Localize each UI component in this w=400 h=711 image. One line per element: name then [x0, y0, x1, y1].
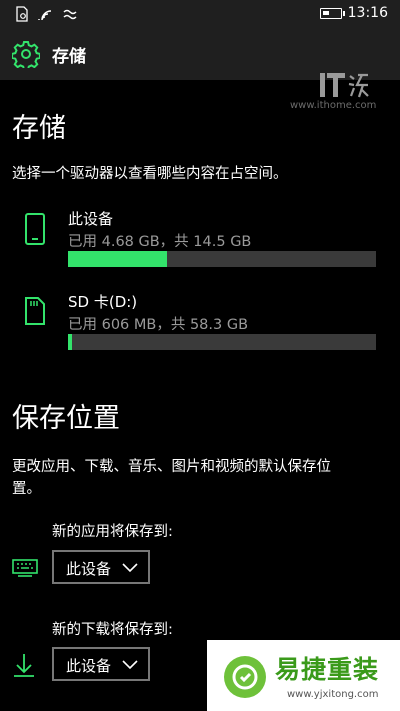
- sd-card-icon: [25, 297, 45, 325]
- yjxitong-logo-url: www.yjxitong.com: [287, 689, 379, 700]
- keyboard-icon: [12, 559, 38, 577]
- watermark-url: www.ithome.com: [290, 100, 377, 111]
- downloads-save-location-value: 此设备: [66, 657, 112, 675]
- storage-item-name: SD 卡(D:): [68, 293, 138, 311]
- storage-item-name: 此设备: [68, 210, 114, 228]
- apps-save-location-dropdown[interactable]: 此设备: [52, 550, 150, 584]
- download-icon: [14, 654, 34, 677]
- storage-usage-bar-fill: [68, 334, 72, 350]
- signal-wave-icon: [63, 9, 77, 20]
- save-locations-description-line1: 更改应用、下载、音乐、图片和视频的默认保存位: [12, 459, 331, 475]
- chevron-down-icon: [122, 660, 138, 670]
- yjxitong-logo-text: 易捷重装: [275, 655, 380, 684]
- storage-usage-bar: [68, 334, 376, 350]
- save-locations-heading: 保存位置: [12, 403, 120, 434]
- downloads-save-label: 新的下载将保存到:: [52, 622, 173, 638]
- storage-item-sd-card[interactable]: SD 卡(D:) 已用 606 MB，共 58.3 GB: [0, 288, 400, 350]
- yjxitong-watermark-logo: 易捷重装 www.yjxitong.com: [207, 640, 400, 711]
- storage-item-this-device[interactable]: 此设备 已用 4.68 GB，共 14.5 GB: [0, 205, 400, 267]
- storage-description: 选择一个驱动器以查看哪些内容在占空间。: [12, 166, 288, 182]
- storage-usage-bar-fill: [68, 251, 167, 267]
- page-title: 存储: [52, 47, 86, 67]
- apps-save-label: 新的应用将保存到:: [52, 524, 173, 540]
- wifi-icon: [38, 10, 52, 21]
- gear-icon: [12, 41, 40, 68]
- yjxitong-logo-icon: [224, 656, 266, 698]
- ithome-watermark-logo: [320, 73, 369, 98]
- downloads-save-location-dropdown[interactable]: 此设备: [52, 647, 150, 681]
- sim-card-icon: [16, 6, 28, 22]
- apps-save-location-value: 此设备: [66, 560, 112, 578]
- chevron-down-icon: [122, 563, 138, 573]
- status-bar: 13:16: [0, 0, 400, 28]
- storage-item-usage: 已用 4.68 GB，共 14.5 GB: [68, 234, 252, 250]
- save-locations-description-line2: 置。: [12, 481, 41, 497]
- status-time: 13:16: [347, 5, 388, 21]
- battery-icon: [320, 8, 345, 19]
- storage-heading: 存储: [12, 113, 66, 144]
- storage-usage-bar: [68, 251, 376, 267]
- phone-icon: [25, 213, 45, 245]
- storage-item-usage: 已用 606 MB，共 58.3 GB: [68, 317, 249, 333]
